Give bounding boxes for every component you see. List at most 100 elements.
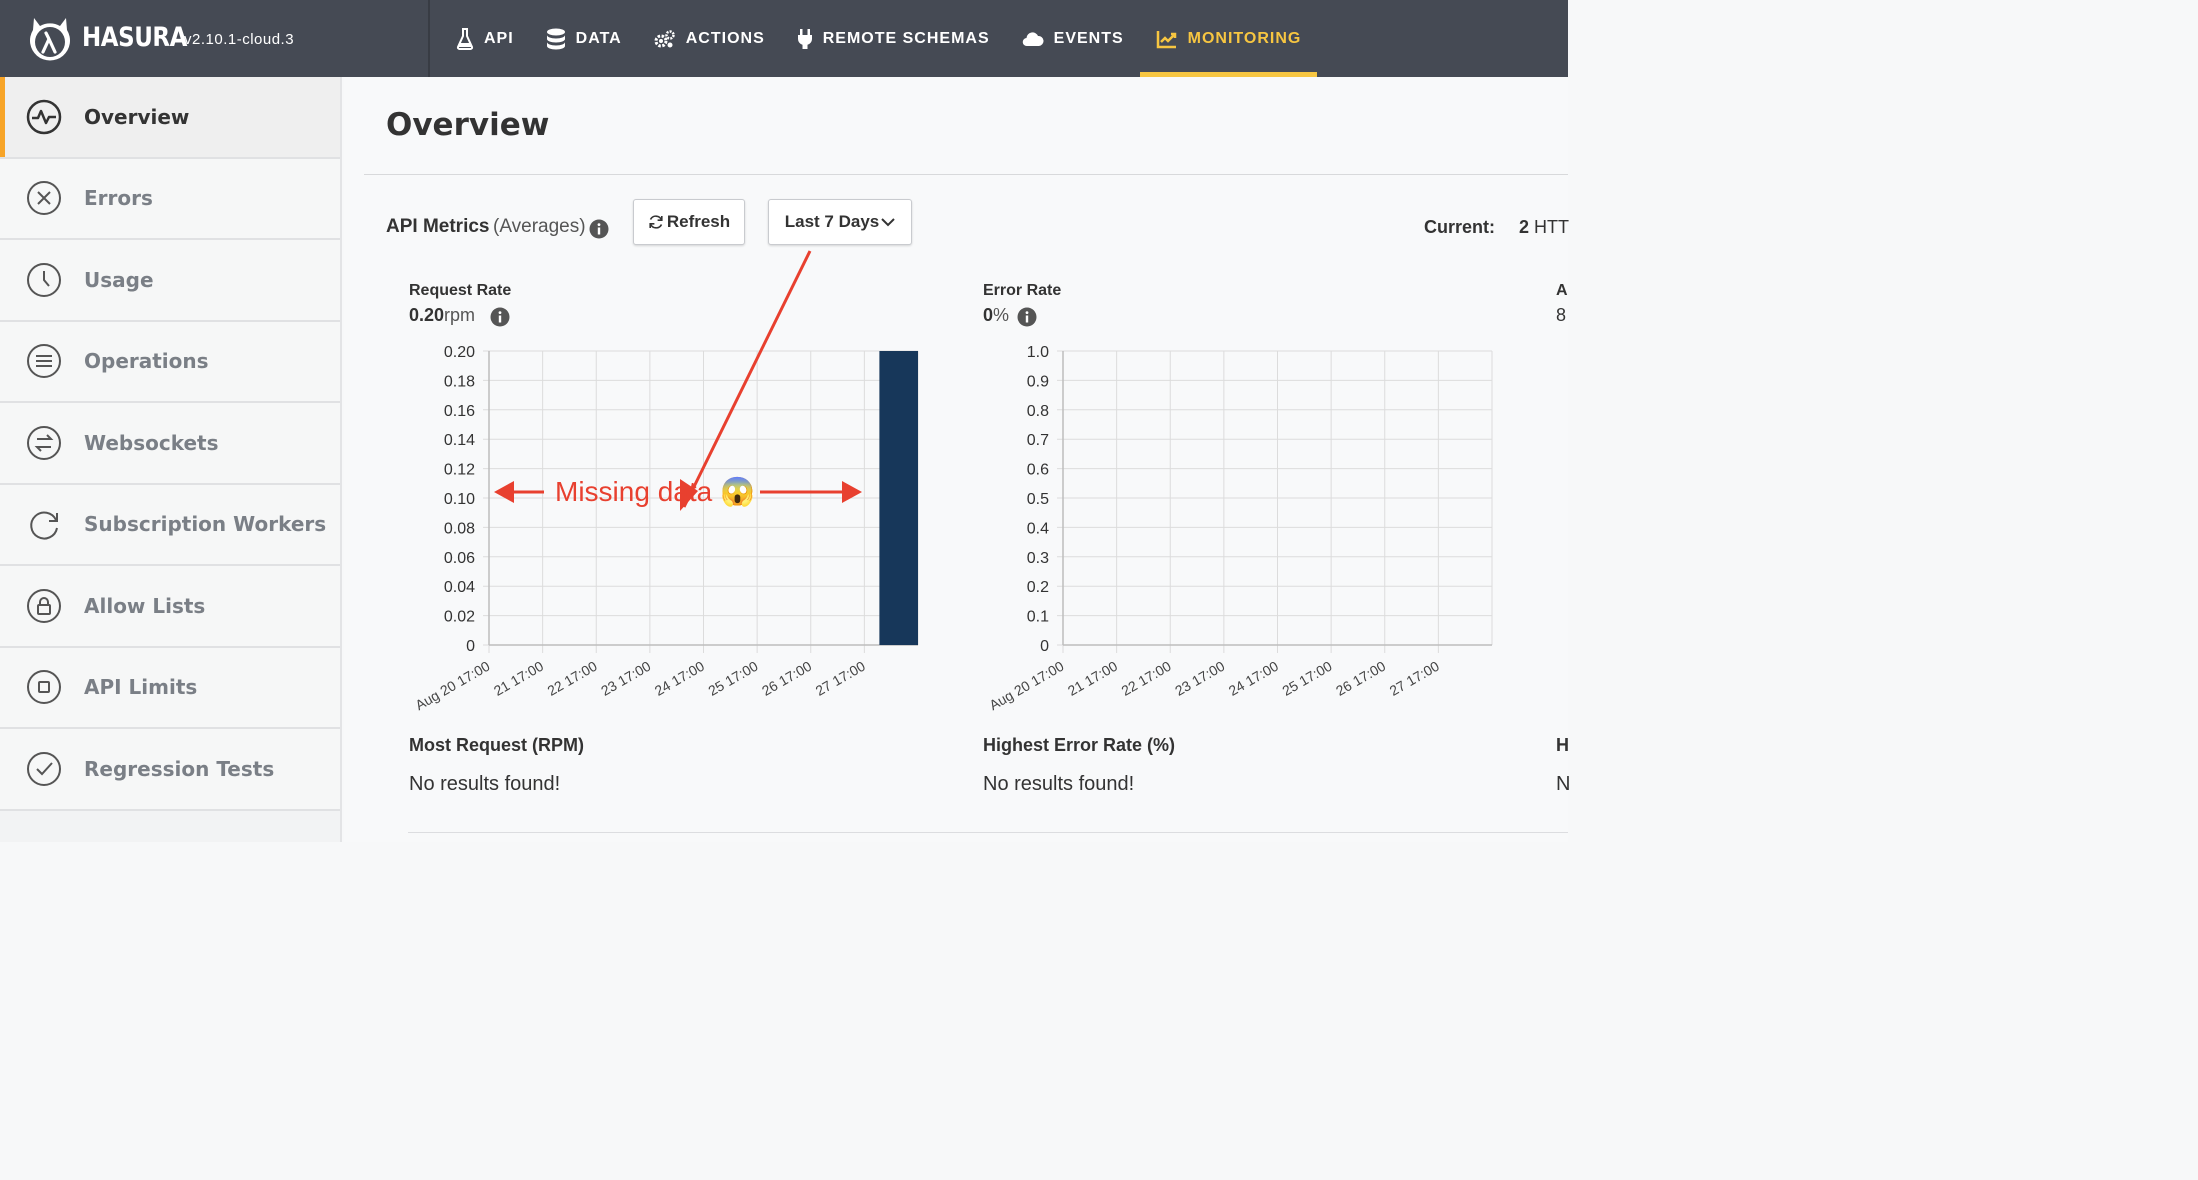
sidebar-item-errors[interactable]: Errors [0, 158, 340, 240]
y-tick-label: 0.06 [444, 550, 475, 567]
current-value: 2 HTT [1519, 217, 1569, 238]
y-tick-label: 0.4 [1027, 520, 1049, 537]
y-tick-label: 0.20 [444, 344, 475, 361]
hasura-logo [30, 18, 70, 61]
error-rate-unit: % [993, 305, 1010, 325]
sidebar-item-subscription-workers[interactable]: Subscription Workers [0, 484, 340, 566]
nav-api[interactable]: API [440, 0, 530, 77]
nav-label: REMOTE SCHEMAS [822, 29, 990, 47]
sidebar-item-allow-lists[interactable]: Allow Lists [0, 566, 340, 648]
nav-label: MONITORING [1187, 29, 1302, 47]
x-circle-icon [27, 181, 61, 216]
request-rate-value: 0.20rpm [409, 305, 475, 326]
y-tick-label: 0.5 [1027, 491, 1049, 508]
current-number: 2 [1519, 217, 1530, 237]
sidebar-item-api-limits[interactable]: API Limits [0, 647, 340, 729]
x-tick-label: 21 17:00 [491, 658, 546, 699]
sidebar-item-label: Overview [84, 104, 190, 129]
chart-line-icon [1156, 30, 1176, 48]
y-tick-label: 0.10 [444, 491, 475, 508]
sidebar-item-label: Subscription Workers [84, 512, 327, 537]
y-tick-label: 0 [466, 638, 475, 655]
sidebar-item-label: Regression Tests [84, 756, 275, 781]
y-tick-label: 0.08 [444, 520, 475, 537]
refresh-circle-icon [30, 511, 58, 540]
error-rate-value: 0% [983, 305, 1009, 326]
nav-label: API [484, 29, 514, 47]
nav-monitoring[interactable]: MONITORING [1139, 0, 1318, 77]
nav-label: EVENTS [1053, 29, 1124, 47]
third-list-empty: N [1556, 773, 1571, 795]
brand-name: HASURA [82, 22, 188, 53]
current-unit: HTT [1534, 217, 1570, 237]
y-tick-label: 0.04 [444, 579, 475, 596]
scream-emoji: 😱 [719, 476, 755, 507]
main-nav: API DATA ACTIONS REMOTE SCHEMAS EVENTS M… [440, 0, 1318, 77]
page-title: Overview [386, 107, 550, 143]
nav-label: DATA [575, 29, 622, 47]
x-tick-label: 27 17:00 [1387, 658, 1442, 699]
y-tick-label: 0.12 [444, 462, 475, 479]
top-navbar: HASURA v2.10.1-cloud.3 API DATA ACTIONS … [0, 0, 1568, 77]
plug-icon [797, 28, 812, 49]
x-tick-label: 24 17:00 [1226, 658, 1281, 699]
list-circle-icon [27, 344, 61, 379]
third-panel-title: A [1556, 282, 1568, 299]
exchange-circle-icon [27, 425, 61, 460]
date-range-dropdown[interactable]: Last 7 Days [768, 199, 912, 245]
flask-icon [456, 27, 474, 50]
sidebar-item-usage[interactable]: Usage [0, 240, 340, 322]
request-rate-number: 0.20 [409, 305, 445, 325]
api-metrics-label: API Metrics [386, 216, 490, 237]
gears-icon [654, 29, 675, 47]
x-tick-label: Aug 20 17:00 [986, 658, 1066, 714]
title-divider [364, 174, 1568, 175]
date-range-label: Last 7 Days [784, 212, 880, 231]
nav-remote-schemas[interactable]: REMOTE SCHEMAS [781, 0, 1006, 77]
bottom-divider [408, 832, 1568, 833]
current-label: Current: [1424, 217, 1495, 237]
y-tick-label: 0.7 [1027, 432, 1049, 449]
missing-data-text: Missing data 😱 [555, 475, 755, 508]
square-circle-icon [27, 670, 61, 705]
topbar-divider [428, 0, 430, 77]
nav-events[interactable]: EVENTS [1006, 0, 1140, 77]
info-icon[interactable] [589, 219, 609, 239]
x-tick-label: 26 17:00 [1333, 658, 1388, 699]
sidebar: Overview Errors Usage Operations Websock… [0, 77, 342, 842]
x-tick-label: 26 17:00 [759, 658, 814, 699]
y-tick-label: 0.02 [444, 609, 475, 626]
y-tick-label: 0.16 [444, 403, 475, 420]
brand[interactable]: HASURA v2.10.1-cloud.3 [24, 12, 428, 65]
x-tick-label: 27 17:00 [813, 658, 868, 699]
y-tick-label: 0.8 [1027, 403, 1049, 420]
sidebar-item-websockets[interactable]: Websockets [0, 403, 340, 485]
info-icon[interactable] [1017, 307, 1037, 327]
pulse-icon [26, 99, 62, 134]
sidebar-item-label: Websockets [84, 430, 219, 455]
y-tick-label: 0.2 [1027, 579, 1049, 596]
x-tick-label: 24 17:00 [652, 658, 707, 699]
sidebar-item-regression-tests[interactable]: Regression Tests [0, 729, 340, 811]
y-tick-label: 0.18 [444, 373, 475, 390]
third-list-title: H [1556, 735, 1569, 755]
x-tick-label: 22 17:00 [545, 658, 600, 699]
chevron-down-icon [881, 218, 895, 227]
refresh-button[interactable]: Refresh [633, 199, 745, 245]
sidebar-item-label: Errors [84, 186, 153, 211]
refresh-icon [649, 215, 663, 229]
sidebar-item-overview[interactable]: Overview [0, 77, 340, 159]
highest-error-empty: No results found! [983, 773, 1135, 795]
highest-error-title: Highest Error Rate (%) [983, 735, 1176, 755]
x-tick-label: 25 17:00 [705, 658, 760, 699]
brand-version: v2.10.1-cloud.3 [184, 31, 295, 48]
nav-data[interactable]: DATA [530, 0, 638, 77]
nav-actions[interactable]: ACTIONS [638, 0, 781, 77]
y-tick-label: 0.14 [444, 432, 475, 449]
error-rate-number: 0 [983, 305, 994, 325]
request-rate-unit: rpm [444, 305, 476, 325]
x-tick-label: 25 17:00 [1279, 658, 1334, 699]
sidebar-item-label: Allow Lists [84, 593, 206, 618]
y-tick-label: 0.6 [1027, 462, 1049, 479]
sidebar-item-operations[interactable]: Operations [0, 321, 340, 403]
